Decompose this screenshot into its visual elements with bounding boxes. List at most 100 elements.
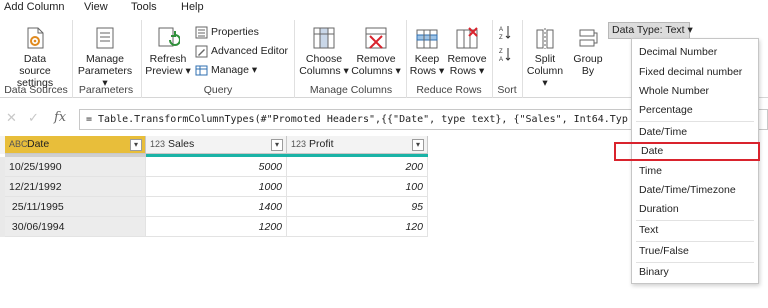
- group-separator: [406, 20, 407, 98]
- group-label-data-sources: Data Sources: [4, 84, 68, 96]
- svg-text:A: A: [499, 27, 503, 33]
- filter-dropdown-icon[interactable]: ▾: [271, 139, 283, 151]
- text-type-icon[interactable]: ABC: [9, 136, 28, 153]
- filter-dropdown-icon[interactable]: ▾: [412, 139, 424, 151]
- table-cell-date[interactable]: 12/21/1992: [5, 177, 146, 197]
- menu-item-time[interactable]: Time: [632, 162, 758, 181]
- menu-item-decimal-number[interactable]: Decimal Number: [632, 43, 758, 62]
- group-label-manage-columns: Manage Columns: [309, 84, 393, 96]
- table-cell-date[interactable]: 25/11/1995: [5, 197, 146, 217]
- keep-rows-button[interactable]: Keep Rows ▾: [408, 26, 446, 77]
- keep-rows-label-1: Keep: [414, 53, 440, 65]
- remove-columns-label-2: Columns ▾: [351, 65, 401, 77]
- sort-ascending-icon: AZ: [499, 26, 511, 41]
- refresh-icon: [158, 27, 180, 47]
- sort-descending-icon: ZA: [499, 48, 511, 63]
- keep-rows-icon: [416, 29, 438, 49]
- group-separator: [294, 20, 295, 98]
- svg-text:Z: Z: [499, 35, 503, 40]
- group-by-label-1: Group: [573, 53, 603, 65]
- table-cell-sales[interactable]: 5000: [146, 157, 287, 177]
- whole-number-type-icon[interactable]: 123: [150, 136, 165, 153]
- advanced-editor-label: Advanced Editor: [211, 45, 289, 57]
- column-header-profit[interactable]: 123 Profit ▾: [287, 136, 428, 154]
- refresh-label-2: Preview ▾: [145, 65, 191, 77]
- data-source-settings-icon: [27, 27, 44, 49]
- menu-item-fixed-decimal-number[interactable]: Fixed decimal number: [632, 63, 758, 82]
- column-header-date[interactable]: ABC Date ▾: [5, 136, 146, 154]
- manage-parameters-button[interactable]: Manage Parameters ▾: [75, 26, 135, 89]
- svg-text:Z: Z: [499, 49, 503, 55]
- menu-item-binary[interactable]: Binary: [632, 263, 758, 282]
- menu-item-date[interactable]: Date: [614, 142, 760, 161]
- advanced-editor-button[interactable]: Advanced Editor: [195, 44, 288, 59]
- data-source-settings-button[interactable]: Data source settings: [4, 26, 66, 89]
- menu-help[interactable]: Help: [181, 1, 204, 13]
- manage-label: Manage ▾: [211, 64, 258, 76]
- parameters-icon: [96, 27, 114, 49]
- properties-icon: [195, 26, 208, 39]
- remove-columns-button[interactable]: Remove Columns ▾: [350, 26, 402, 77]
- properties-button[interactable]: Properties: [195, 25, 259, 40]
- remove-rows-label-2: Rows ▾: [449, 65, 485, 77]
- fx-icon[interactable]: fx: [54, 110, 66, 125]
- filter-dropdown-icon[interactable]: ▾: [130, 139, 142, 151]
- menu-item-percentage[interactable]: Percentage: [632, 101, 758, 120]
- refresh-preview-button[interactable]: Refresh Preview ▾: [145, 26, 191, 77]
- table-cell-date[interactable]: 30/06/1994: [5, 217, 146, 237]
- manage-button[interactable]: Manage ▾: [195, 63, 257, 78]
- remove-rows-button[interactable]: Remove Rows ▾: [446, 26, 488, 77]
- table-cell-profit[interactable]: 120: [287, 217, 428, 237]
- column-header-label: Sales: [168, 138, 195, 150]
- table-cell-sales[interactable]: 1000: [146, 177, 287, 197]
- menu-bar: Add Column View Tools Help: [0, 0, 768, 16]
- group-label-query: Query: [203, 84, 233, 96]
- column-header-label: Date: [27, 138, 50, 150]
- split-column-icon: [536, 28, 554, 49]
- accept-formula-button[interactable]: ✓: [28, 110, 39, 126]
- split-column-button[interactable]: Split Column ▾: [524, 26, 566, 89]
- menu-view[interactable]: View: [84, 1, 108, 13]
- group-by-label-2: By: [581, 65, 595, 77]
- group-label-reduce-rows: Reduce Rows: [416, 84, 482, 96]
- group-separator: [492, 20, 493, 98]
- data-type-menu: Decimal Number Fixed decimal number Whol…: [614, 38, 760, 284]
- menu-item-text[interactable]: Text: [632, 221, 758, 240]
- group-label-parameters: Parameters: [78, 84, 134, 96]
- menu-item-duration[interactable]: Duration: [632, 200, 758, 219]
- choose-columns-label-1: Choose: [305, 53, 343, 65]
- advanced-editor-icon: [195, 45, 208, 58]
- table-cell-profit[interactable]: 200: [287, 157, 428, 177]
- cancel-formula-button[interactable]: ✕: [6, 110, 17, 126]
- group-by-button[interactable]: Group By: [568, 26, 608, 77]
- group-separator: [141, 20, 142, 98]
- data-type-button[interactable]: Data Type: Text ▾: [608, 22, 693, 39]
- remove-columns-label-1: Remove: [356, 53, 396, 65]
- menu-add-column[interactable]: Add Column: [4, 1, 65, 13]
- refresh-label-1: Refresh: [149, 53, 187, 65]
- menu-item-whole-number[interactable]: Whole Number: [632, 82, 758, 101]
- manage-table-icon: [195, 65, 208, 76]
- group-separator: [72, 20, 73, 98]
- group-by-icon: [579, 29, 598, 47]
- menu-item-true-false[interactable]: True/False: [632, 242, 758, 261]
- table-cell-sales[interactable]: 1200: [146, 217, 287, 237]
- split-column-label-1: Split: [534, 53, 556, 65]
- table-cell-date[interactable]: 10/25/1990: [5, 157, 146, 177]
- manage-parameters-label-1: Manage: [86, 53, 124, 65]
- column-header-sales[interactable]: 123 Sales ▾: [146, 136, 287, 154]
- menu-tools[interactable]: Tools: [131, 1, 157, 13]
- menu-item-date-time-timezone[interactable]: Date/Time/Timezone: [632, 181, 758, 200]
- whole-number-type-icon[interactable]: 123: [291, 136, 306, 153]
- keep-rows-label-2: Rows ▾: [409, 65, 445, 77]
- choose-columns-button[interactable]: Choose Columns ▾: [298, 26, 350, 77]
- choose-columns-label-2: Columns ▾: [299, 65, 349, 77]
- remove-columns-icon: [365, 27, 387, 49]
- table-cell-sales[interactable]: 1400: [146, 197, 287, 217]
- sort-descending-button[interactable]: ZA: [498, 46, 515, 63]
- table-cell-profit[interactable]: 95: [287, 197, 428, 217]
- sort-ascending-button[interactable]: AZ: [498, 24, 515, 41]
- table-cell-profit[interactable]: 100: [287, 177, 428, 197]
- remove-rows-label-1: Remove: [447, 53, 487, 65]
- menu-item-date-time[interactable]: Date/Time: [632, 123, 758, 142]
